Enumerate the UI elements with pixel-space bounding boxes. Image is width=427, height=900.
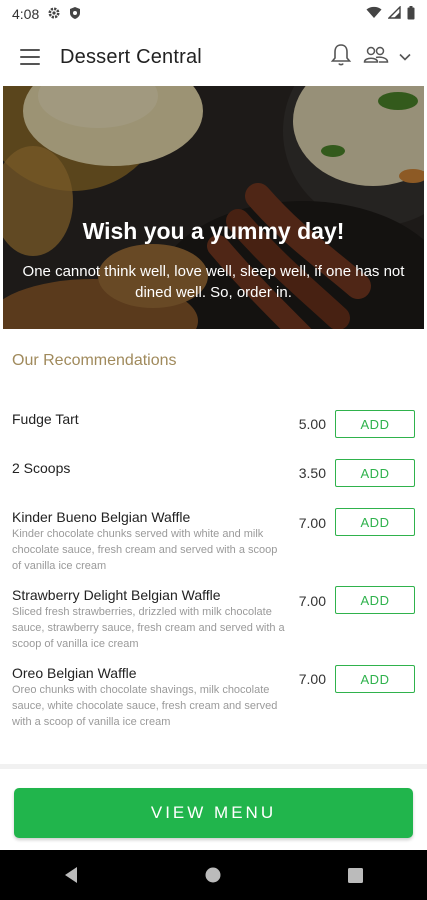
add-button[interactable]: ADD	[335, 508, 415, 536]
item-description: Oreo chunks with chocolate shavings, mil…	[12, 684, 278, 728]
menu-icon	[20, 49, 40, 65]
hero-subtitle: One cannot think well, love well, sleep …	[22, 263, 405, 301]
recents-icon	[348, 867, 364, 883]
system-nav-bar	[0, 850, 427, 900]
section-title-recommendations: Our Recommendations	[12, 352, 177, 369]
item-name: Fudge Tart	[12, 411, 79, 427]
hero-banner: Wish you a yummy day! One cannot think w…	[3, 86, 424, 329]
add-button[interactable]: ADD	[335, 586, 415, 614]
item-price: 7.00	[298, 593, 326, 609]
user-switch-icon[interactable]	[363, 44, 389, 71]
item-price: 3.50	[298, 465, 326, 481]
back-icon	[65, 867, 78, 883]
status-bar: 4:08	[0, 0, 427, 28]
item-price: 7.00	[298, 515, 326, 531]
add-button[interactable]: ADD	[335, 665, 415, 693]
battery-icon	[407, 5, 415, 23]
item-price: 5.00	[298, 416, 326, 432]
item-name: Strawberry Delight Belgian Waffle	[12, 587, 221, 603]
app-bar: Dessert Central	[0, 28, 427, 86]
signal-icon	[387, 5, 401, 22]
item-name: Kinder Bueno Belgian Waffle	[12, 509, 191, 525]
back-button[interactable]	[46, 850, 96, 900]
settings-icon	[47, 6, 61, 23]
item-price: 7.00	[298, 671, 326, 687]
item-description: Kinder chocolate chunks served with whit…	[12, 528, 278, 572]
shield-icon	[69, 6, 81, 23]
chevron-down-icon[interactable]	[399, 48, 411, 66]
item-description: Sliced fresh strawberries, drizzled with…	[12, 606, 285, 650]
item-name: 2 Scoops	[12, 460, 71, 476]
view-menu-button[interactable]: VIEW MENU	[14, 788, 413, 838]
menu-button[interactable]	[0, 28, 60, 86]
app-title: Dessert Central	[60, 45, 202, 68]
bell-icon[interactable]	[329, 42, 353, 73]
add-button[interactable]: ADD	[335, 410, 415, 438]
add-button[interactable]: ADD	[335, 459, 415, 487]
recents-button[interactable]	[331, 850, 381, 900]
wifi-icon	[366, 6, 382, 22]
status-time: 4:08	[12, 6, 40, 22]
item-name: Oreo Belgian Waffle	[12, 665, 137, 681]
home-button[interactable]	[188, 850, 238, 900]
home-icon	[205, 867, 221, 883]
hero-title: Wish you a yummy day!	[82, 218, 345, 244]
divider	[0, 764, 427, 769]
